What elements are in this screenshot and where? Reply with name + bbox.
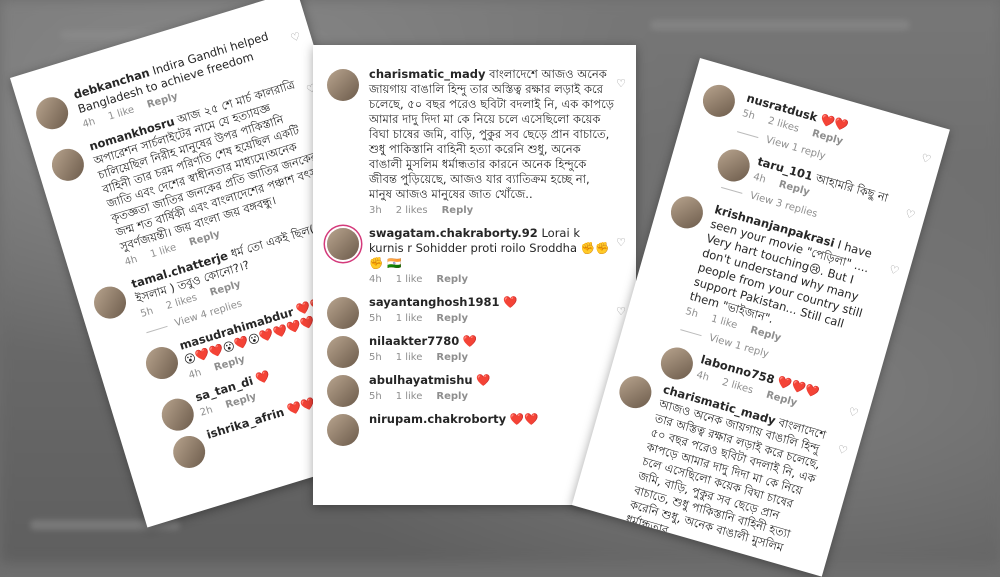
comment-username[interactable]: sayantanghosh1981: [369, 295, 500, 309]
reply-button[interactable]: Reply: [442, 205, 474, 216]
comment-text: ❤️: [476, 373, 491, 387]
comment-text-block: nirupam.chakroborty ❤️❤️: [369, 412, 614, 427]
comment-text-block: sayantanghosh1981 ❤️: [369, 295, 614, 310]
background-text-blur: [650, 20, 910, 30]
avatar[interactable]: [327, 414, 359, 446]
comment-item: swagatam.chakraborty.92 Lorai k kurnis r…: [313, 226, 636, 285]
comment-text: ❤️: [254, 368, 272, 386]
comment-time: 4h: [187, 367, 203, 382]
avatar[interactable]: [615, 372, 656, 412]
comment-text: ❤️: [503, 295, 518, 309]
avatar[interactable]: [713, 145, 754, 186]
comment-time: 4h: [751, 171, 768, 186]
comment-time: 3h: [369, 205, 382, 216]
comment-time: 5h: [369, 352, 382, 363]
comment-time: 2h: [198, 404, 215, 419]
comment-username[interactable]: charismatic_mady: [369, 67, 485, 81]
comment-item: abulhayatmishu ❤️5h1 likeReply♡: [313, 373, 636, 407]
comment-time: 5h: [684, 306, 700, 321]
avatar[interactable]: [141, 343, 182, 384]
avatar[interactable]: [327, 69, 359, 101]
comment-time: 5h: [740, 108, 757, 123]
comment-likes[interactable]: 1 like: [396, 313, 423, 324]
comment-text-block: charismatic_mady বাংলাদেশে আজও অনেক জায়…: [369, 67, 614, 202]
comment-username[interactable]: swagatam.chakraborty.92: [369, 226, 538, 240]
comment-time: 4h: [81, 116, 97, 131]
comment-time: 4h: [123, 253, 139, 269]
avatar[interactable]: [327, 228, 359, 260]
heart-icon[interactable]: ♡: [904, 207, 917, 222]
avatar[interactable]: [327, 375, 359, 407]
avatar[interactable]: [327, 297, 359, 329]
comment-likes[interactable]: 1 like: [396, 274, 423, 285]
comment-text: বাংলাদেশে আজও অনেক জায়গায় বাঙালি হিন্দ…: [369, 67, 614, 201]
comment-username[interactable]: nilaakter7780: [369, 334, 459, 348]
avatar[interactable]: [90, 282, 131, 323]
comment-item: sayantanghosh1981 ❤️ 5h 1 like Reply ♡: [313, 295, 636, 329]
comment-text-block: abulhayatmishu ❤️: [369, 373, 614, 388]
comment-meta: 5h 1 like Reply: [369, 391, 614, 402]
comment-likes[interactable]: 1 like: [396, 391, 423, 402]
comment-text: ❤️❤️: [285, 395, 317, 418]
avatar[interactable]: [657, 343, 697, 384]
comment-text: ❤️: [462, 334, 478, 348]
comment-time: 5h: [369, 313, 382, 324]
comment-likes[interactable]: 1 like: [396, 352, 423, 363]
comment-likes[interactable]: 2 likes: [396, 205, 428, 216]
comment-time: 4h: [369, 274, 382, 285]
avatar[interactable]: [157, 394, 198, 435]
heart-icon[interactable]: ♡: [920, 151, 933, 166]
heart-icon[interactable]: ♡: [888, 263, 901, 278]
heart-icon[interactable]: ♡: [616, 305, 626, 318]
avatar[interactable]: [32, 93, 73, 134]
comment-item: nirupam.chakroborty ❤️❤️♡: [313, 412, 636, 446]
comment-text: ❤️❤️: [509, 412, 539, 426]
reply-button[interactable]: Reply: [436, 391, 468, 402]
heart-icon[interactable]: ♡: [616, 77, 626, 90]
middle-comments-panel: charismatic_mady বাংলাদেশে আজও অনেক জায়…: [313, 45, 636, 505]
reply-button[interactable]: Reply: [436, 352, 468, 363]
comment-text-block: swagatam.chakraborty.92 Lorai k kurnis r…: [369, 226, 614, 271]
heart-icon[interactable]: ♡: [847, 405, 860, 420]
heart-icon[interactable]: ♡: [289, 30, 302, 45]
comment-time: 5h: [139, 305, 155, 320]
avatar[interactable]: [667, 192, 707, 233]
comment-item: nilaakter7780 ❤️5h1 likeReply♡: [313, 334, 636, 368]
avatar[interactable]: [699, 81, 739, 121]
comment-time: 4h: [695, 369, 711, 384]
comment-meta: 4h 1 like Reply: [369, 274, 614, 285]
reply-button[interactable]: Reply: [436, 313, 468, 324]
avatar[interactable]: [169, 431, 210, 472]
comment-username[interactable]: nirupam.chakroborty: [369, 412, 506, 426]
reply-button[interactable]: Reply: [436, 274, 468, 285]
comment-time: 5h: [369, 391, 382, 402]
heart-icon[interactable]: ♡: [616, 236, 626, 249]
comment-text-block: nilaakter7780 ❤️: [369, 334, 614, 349]
comment-meta: 3h 2 likes Reply: [369, 205, 614, 216]
avatar[interactable]: [327, 336, 359, 368]
comment-meta: 5h 1 like Reply: [369, 313, 614, 324]
avatar[interactable]: [47, 144, 88, 185]
comment-meta: 5h 1 like Reply: [369, 352, 614, 363]
comment-username[interactable]: abulhayatmishu: [369, 373, 473, 387]
comment-item: charismatic_mady বাংলাদেশে আজও অনেক জায়…: [313, 67, 636, 216]
heart-icon[interactable]: ♡: [836, 442, 849, 457]
